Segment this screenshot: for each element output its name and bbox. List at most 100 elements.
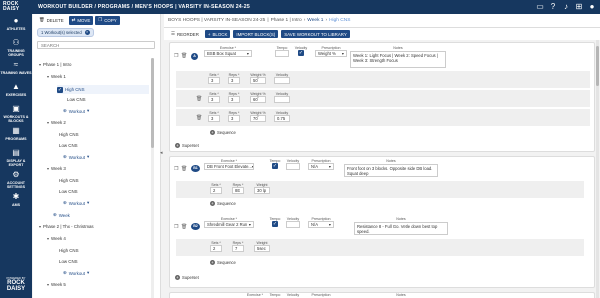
apps-grid-icon[interactable]: ⊞ [574,2,584,12]
scrollbar-thumb[interactable] [151,58,154,148]
scrollbar-thumb[interactable] [596,46,599,86]
tempo-checkbox[interactable]: ✓ [272,221,278,227]
prescription-select[interactable]: N/A ▾ [308,221,334,228]
reps-input[interactable]: 3 [228,96,240,103]
tree-week-2[interactable]: ▾ Week 2 [47,120,66,125]
chevron-down-icon[interactable]: ▾ [47,120,49,125]
tree-week-3[interactable]: ▾ Week 3 [47,166,66,171]
delete-icon[interactable]: 🗑 [181,53,187,59]
tree-workout-high-cns[interactable]: ✓ High CNS [57,85,149,94]
weight-input[interactable]: 30 lp [254,187,270,194]
notes-textarea[interactable]: Front foot on 3 blocks. Opposite side DB… [344,164,438,177]
tree-week-4[interactable]: ▾ Week 4 [47,236,66,241]
clear-selection-icon[interactable]: × [84,30,90,35]
prescription-select[interactable]: N/A ▾ [308,163,334,170]
copy-icon[interactable]: ❐ [174,53,178,59]
add-sequence-button[interactable]: + Sequence [210,130,236,135]
add-sequence-button[interactable]: + Sequence [210,260,236,265]
copy-icon[interactable]: ❐ [174,224,178,230]
move-button[interactable]: ⇄ MOVE [68,15,94,25]
user-icon[interactable]: ● [587,2,597,12]
nav-display-export[interactable]: ▤ DISPLAY & EXPORT [0,146,32,168]
tree-workout-high-cns-w3[interactable]: High CNS [59,178,79,183]
chevron-down-icon[interactable]: ▾ [47,74,49,79]
add-week-button[interactable]: ⊕ Week [53,212,70,218]
chevron-down-icon[interactable]: ▾ [39,62,41,67]
chevron-down-icon[interactable]: ▾ [47,236,49,241]
chevron-down-icon[interactable]: ▾ [47,282,49,287]
sets-input[interactable]: 2 [210,187,222,194]
sets-input[interactable]: 2 [210,245,222,252]
delete-icon[interactable]: 🗑 [181,166,187,172]
import-blocks-button[interactable]: IMPORT BLOCK(S) [233,30,279,38]
tree-week-1[interactable]: ▾ Week 1 [47,74,66,79]
tempo-checkbox[interactable]: ✓ [272,163,278,169]
sets-input[interactable]: 3 [208,77,220,84]
velocity-checkbox[interactable]: ✓ [298,50,304,56]
add-superset-button[interactable]: + Superset [175,275,199,280]
tree-phase-1[interactable]: ▾ Phase 1 | Intro [39,62,72,67]
notes-textarea[interactable]: Week 1: Light Focus | Week 2: Speed Focu… [350,51,446,68]
delete-button[interactable]: 🗑 DELETE [36,15,67,25]
bell-icon[interactable]: ♪ [561,2,571,12]
reps-input[interactable]: 3 [228,77,240,84]
tree-workout-low-cns[interactable]: Low CNS [67,97,86,102]
nav-training-waves[interactable]: ≈ TRAINING WAVES [0,58,32,80]
tree-workout-low-cns-w4[interactable]: Low CNS [59,259,78,264]
add-workout-button-w3[interactable]: ⊕ Workout ▾ [63,200,89,206]
copy-icon[interactable]: ❐ [174,166,178,172]
add-superset-button[interactable]: + Superset [175,143,199,148]
save-to-library-button[interactable]: SAVE WORKOUT TO LIBRARY [281,30,350,38]
help-icon[interactable]: ? [548,2,558,12]
copy-button[interactable]: ❐ COPY [95,15,120,25]
nav-programs[interactable]: ▦ PROGRAMS [0,124,32,146]
tree-phase-2[interactable]: ▾ Phase 2 | Thx - Christmas [39,224,94,229]
workout-checkbox[interactable]: ✓ [57,86,63,93]
tree-week-5[interactable]: ▾ Week 5 [47,282,66,287]
nav-athletes[interactable]: ● ATHLETES [0,14,32,36]
velocity-input[interactable] [274,96,290,103]
editor-scrollbar[interactable] [596,40,599,298]
nav-account-settings[interactable]: ⚙ ACCOUNT SETTINGS [0,168,32,190]
brand-logo[interactable]: ROCK DAISY [0,0,32,14]
sets-input[interactable]: 3 [208,115,220,122]
exercise-select[interactable]: BSB Box Squat ▾ [204,50,252,57]
panel-collapse-icon[interactable]: ◂ [160,150,163,156]
delete-icon[interactable]: 🗑 [196,115,202,121]
notes-textarea[interactable]: Resistance 8 - Full Go. Vetle down best … [354,222,448,235]
exercise-select[interactable]: DB Front Foot Elevate... ▾ [204,163,254,170]
tree-workout-high-cns-w2[interactable]: High CNS [59,132,79,137]
chevron-down-icon[interactable]: ▾ [39,224,41,229]
delete-icon[interactable]: 🗑 [181,224,187,230]
velocity-input[interactable]: 0.75 [274,115,290,122]
reps-input[interactable]: 7 [232,245,244,252]
nav-ams[interactable]: ✱ AMS [0,190,32,212]
tree-workout-low-cns-w2[interactable]: Low CNS [59,143,78,148]
tree-scrollbar[interactable] [151,58,154,298]
search-input[interactable] [37,41,155,49]
nav-training-groups[interactable]: ⚇ TRAINING GROUPS [0,36,32,58]
exercise-select[interactable]: Shredmill Gear 2 Run ▾ [204,221,254,228]
reps-input[interactable]: 8E [232,187,244,194]
sets-input[interactable]: 3 [208,96,220,103]
tree-workout-high-cns-w4[interactable]: High CNS [59,248,79,253]
add-workout-button-w2[interactable]: ⊕ Workout ▾ [63,154,89,160]
chevron-down-icon[interactable]: ▾ [47,166,49,171]
delete-icon[interactable]: 🗑 [196,96,202,102]
monitor-icon[interactable]: ▭ [535,2,545,12]
reorder-button[interactable]: ☰ REORDER [168,29,202,39]
reps-input[interactable]: 3 [228,115,240,122]
add-workout-button-w4[interactable]: ⊕ Workout ▾ [63,270,89,276]
velocity-input[interactable] [274,77,290,84]
add-sequence-button[interactable]: + Sequence [210,201,236,206]
tree-workout-low-cns-w3[interactable]: Low CNS [59,189,78,194]
add-block-button[interactable]: + BLOCK [204,30,231,38]
prescription-select[interactable]: Weight % ▾ [315,50,347,57]
velocity-input[interactable] [286,163,300,170]
nav-workouts-blocks[interactable]: ▣ WORKOUTS & BLOCKS [0,102,32,124]
tempo-input[interactable] [275,50,289,57]
weight-input[interactable]: 5sec [254,245,270,252]
nav-exercises[interactable]: ▲ EXERCISES [0,80,32,102]
velocity-input[interactable] [286,221,300,228]
add-workout-button[interactable]: ⊕ Workout ▾ [63,108,89,114]
